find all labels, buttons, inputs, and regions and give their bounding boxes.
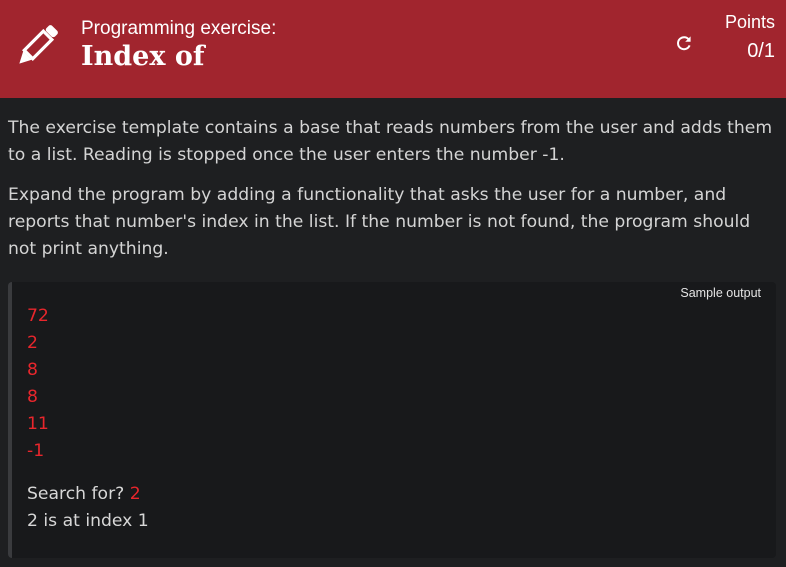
refresh-icon[interactable]	[674, 33, 694, 53]
points-value: 0/1	[747, 40, 775, 62]
search-prompt: Search for?	[27, 484, 130, 504]
points-label: Points	[724, 12, 775, 32]
sample-output-box: Sample output 72 2 8 8 11 -1 Search for?…	[8, 282, 776, 558]
search-prompt-line: Search for? 2	[27, 481, 149, 508]
sample-input-line: 11	[27, 414, 49, 434]
sample-input-line: 8	[27, 360, 38, 380]
description-paragraph: Expand the program by adding a functiona…	[8, 185, 751, 259]
description-paragraph: The exercise template contains a base th…	[8, 118, 773, 165]
exercise-description: The exercise template contains a base th…	[8, 115, 778, 276]
pencil-icon	[19, 25, 58, 64]
sample-input-line: -1	[27, 441, 45, 461]
exercise-title: Index of	[81, 41, 205, 72]
exercise-header: Programming exercise: Index of Points 0/…	[0, 0, 786, 98]
sample-input-line: 72	[27, 306, 49, 326]
exercise-type-label: Programming exercise:	[81, 18, 277, 39]
result-line: 2 is at index 1	[27, 511, 149, 531]
sample-output-label: Sample output	[680, 286, 761, 300]
sample-input-line: 2	[27, 333, 38, 353]
sample-output-lines: 72 2 8 8 11 -1 Search for? 2 2 is at ind…	[27, 303, 149, 535]
search-input-value: 2	[129, 484, 141, 504]
sample-input-line: 8	[27, 387, 38, 407]
